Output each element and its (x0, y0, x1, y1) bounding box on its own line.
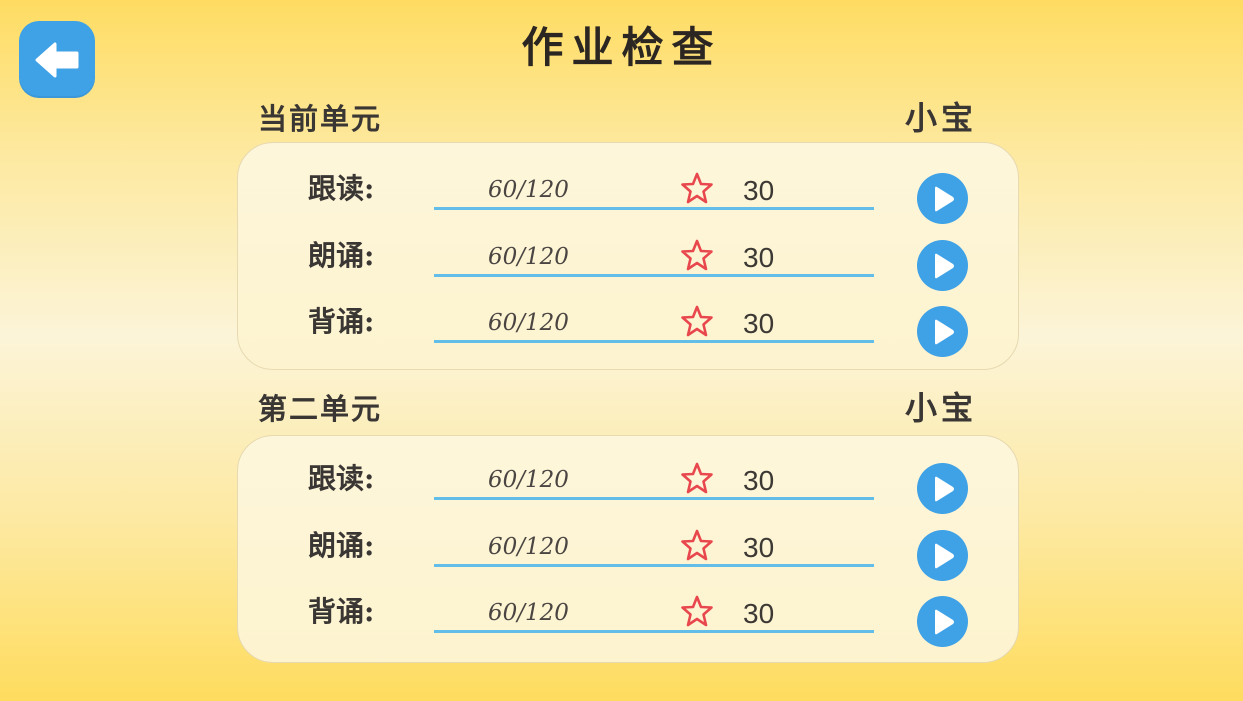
play-icon (934, 609, 954, 634)
progress-text: 60/120 (488, 177, 569, 203)
progress-text: 60/120 (488, 534, 569, 560)
score-value: 30 (743, 532, 775, 563)
task-label: 朗诵: (308, 529, 375, 562)
play-icon (934, 186, 954, 211)
star-icon (681, 239, 713, 271)
play-button[interactable] (917, 173, 968, 224)
star-icon (681, 595, 713, 627)
score-value: 30 (743, 242, 775, 273)
play-icon (934, 253, 954, 278)
progress-text: 60/120 (488, 310, 569, 336)
progress-text: 60/120 (488, 600, 569, 626)
student-name: 小宝 (905, 99, 978, 137)
score-value: 30 (743, 598, 775, 629)
progress-text: 60/120 (488, 244, 569, 270)
task-row-memorize: 背诵: 60/120 30 (238, 590, 1018, 650)
task-row-recite-aloud: 朗诵: 60/120 30 (238, 524, 1018, 584)
score-value: 30 (743, 175, 775, 206)
row-underline (434, 497, 874, 500)
score-value: 30 (743, 308, 775, 339)
task-label: 背诵: (308, 595, 375, 628)
task-label: 跟读: (308, 462, 375, 495)
task-label: 背诵: (308, 305, 375, 338)
task-row-memorize: 背诵: 60/120 30 (238, 300, 1018, 360)
play-button[interactable] (917, 596, 968, 647)
star-icon (681, 462, 713, 494)
section-card-unit-two: 跟读: 60/120 30 朗诵: 60/120 30 背诵: 60/120 3… (237, 435, 1019, 663)
row-underline (434, 340, 874, 343)
star-icon (681, 172, 713, 204)
task-row-recite-aloud: 朗诵: 60/120 30 (238, 234, 1018, 294)
task-row-follow-read: 跟读: 60/120 30 (238, 457, 1018, 517)
task-label: 朗诵: (308, 239, 375, 272)
play-button[interactable] (917, 306, 968, 357)
section-title-unit-two: 第二单元 (258, 392, 383, 426)
row-underline (434, 564, 874, 567)
star-icon (681, 529, 713, 561)
play-icon (934, 543, 954, 568)
task-label: 跟读: (308, 172, 375, 205)
play-icon (934, 476, 954, 501)
page-title: 作业检查 (521, 23, 722, 72)
progress-text: 60/120 (488, 467, 569, 493)
student-name: 小宝 (905, 389, 978, 427)
play-button[interactable] (917, 530, 968, 581)
play-button[interactable] (917, 463, 968, 514)
row-underline (434, 274, 874, 277)
row-underline (434, 630, 874, 633)
task-row-follow-read: 跟读: 60/120 30 (238, 167, 1018, 227)
play-icon (934, 319, 954, 344)
score-value: 30 (743, 465, 775, 496)
section-card-current-unit: 跟读: 60/120 30 朗诵: 60/120 30 背诵: 60/120 3… (237, 142, 1019, 370)
section-title-current-unit: 当前单元 (258, 102, 383, 136)
row-underline (434, 207, 874, 210)
play-button[interactable] (917, 240, 968, 291)
star-icon (681, 305, 713, 337)
